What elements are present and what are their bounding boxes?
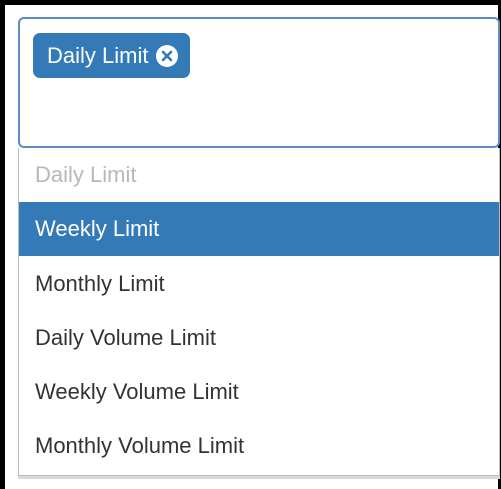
close-circle-icon[interactable] [156, 44, 179, 67]
option-daily-volume-limit[interactable]: Daily Volume Limit [19, 311, 499, 365]
option-monthly-limit[interactable]: Monthly Limit [19, 257, 499, 311]
option-monthly-volume-limit[interactable]: Monthly Volume Limit [19, 419, 499, 473]
option-weekly-volume-limit[interactable]: Weekly Volume Limit [19, 365, 499, 419]
option-weekly-limit[interactable]: Weekly Limit [19, 202, 499, 256]
dropdown-menu: Daily Limit Weekly Limit Monthly Limit D… [18, 148, 500, 476]
option-daily-limit: Daily Limit [35, 162, 137, 187]
multi-select-input[interactable]: Daily Limit [18, 17, 500, 148]
selected-tag-label: Daily Limit [47, 42, 149, 68]
dropdown-shadow [18, 476, 500, 479]
selected-tag: Daily Limit [33, 33, 191, 78]
